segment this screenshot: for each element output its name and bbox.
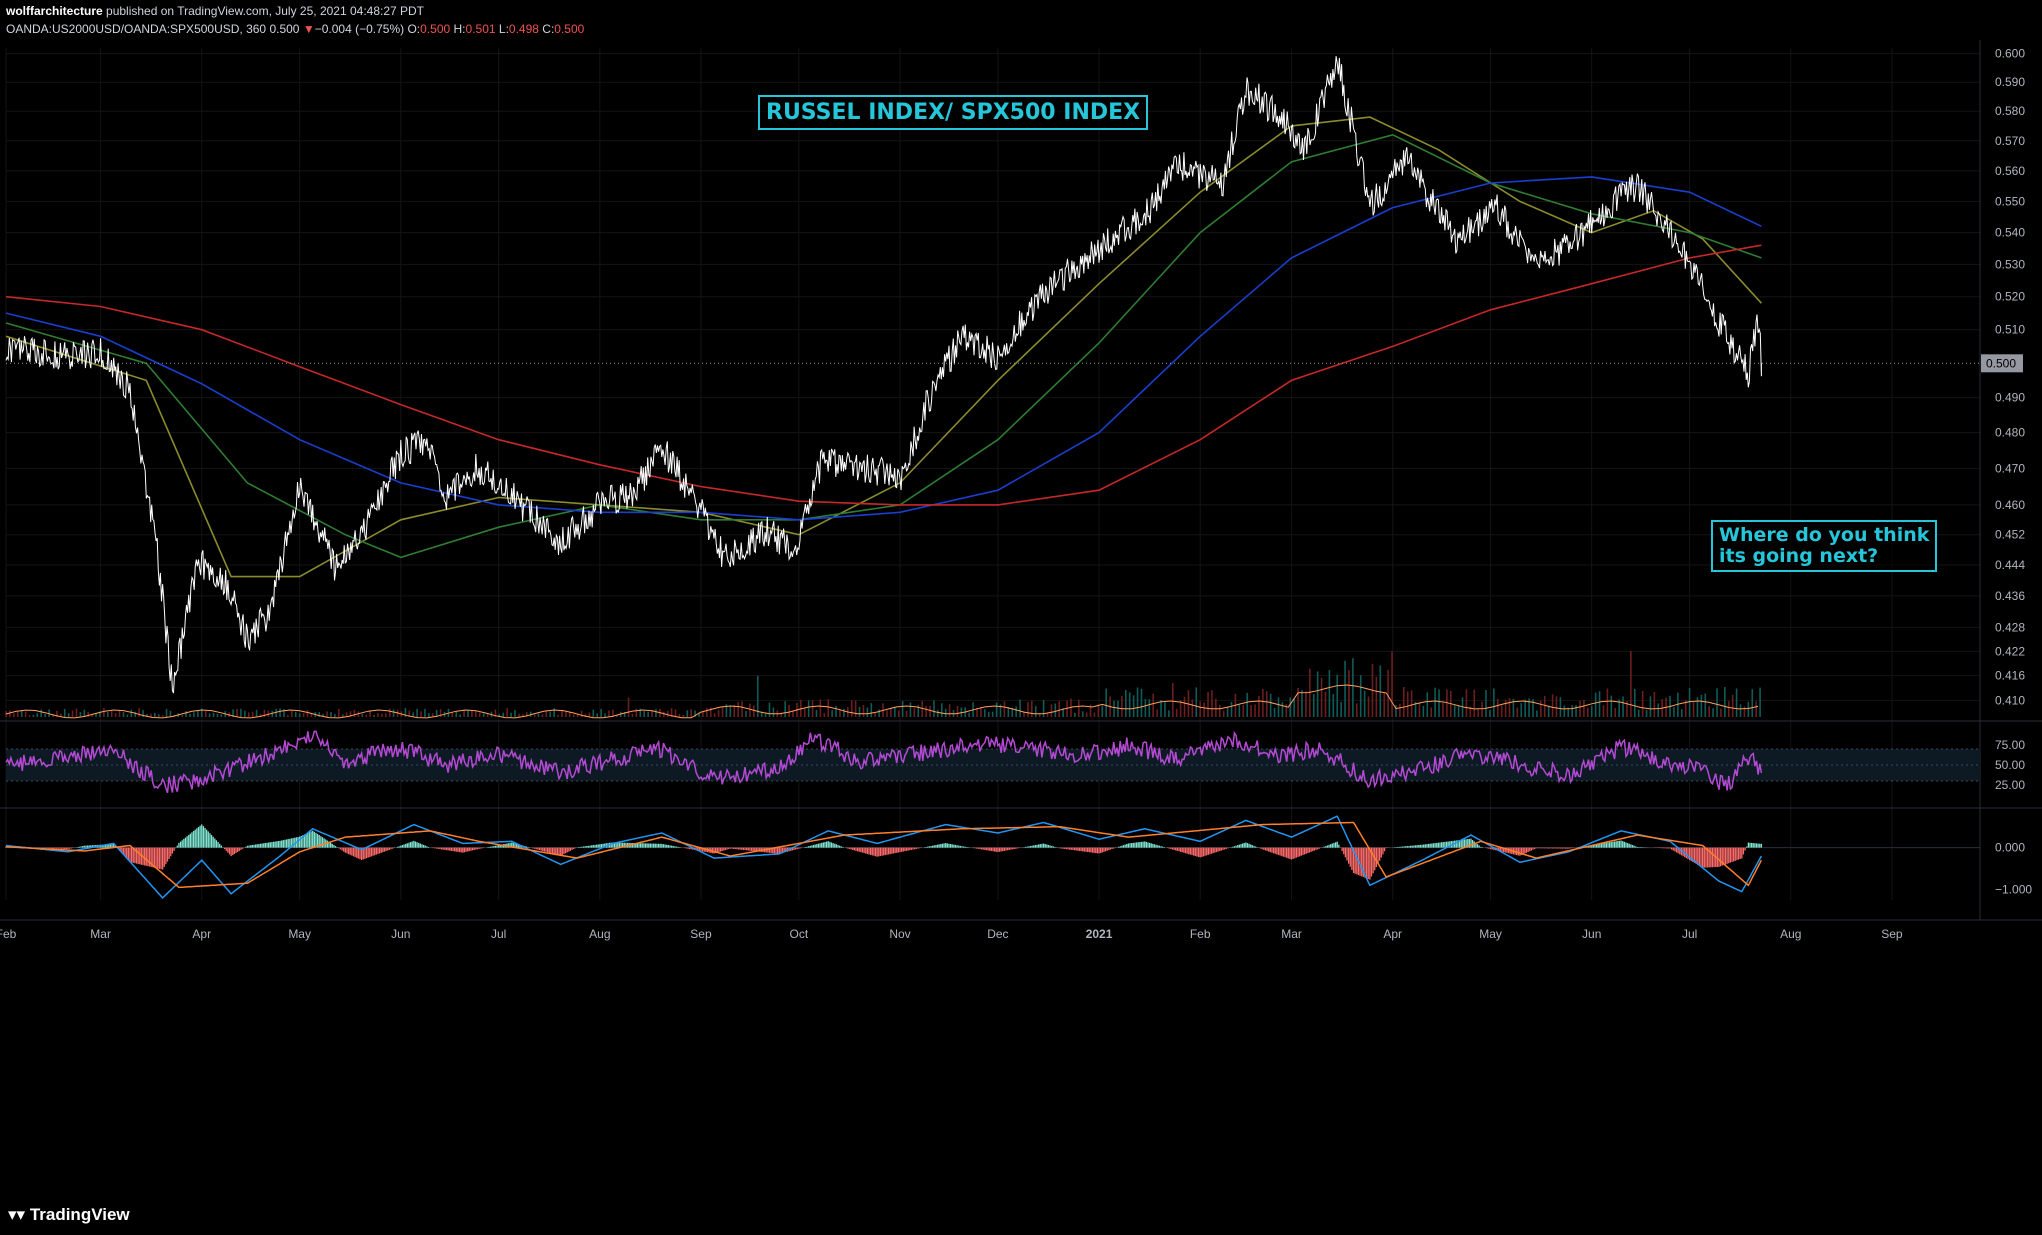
x-tick-label: Apr [192, 927, 211, 941]
y-tick-label: 0.540 [1995, 226, 2025, 240]
author-name[interactable]: wolffarchitecture [6, 4, 103, 18]
high-value: 0.501 [465, 22, 496, 36]
close-value: 0.500 [554, 22, 585, 36]
low-label: L: [498, 22, 509, 36]
x-tick-label: Aug [589, 927, 610, 941]
y-tick-label: 0.490 [1995, 391, 2025, 405]
x-tick-label: Sep [1881, 927, 1903, 941]
y-tick-label: 0.560 [1995, 164, 2025, 178]
open-label: O: [407, 22, 421, 36]
low-value: 0.498 [508, 22, 539, 36]
publish-info: wolffarchitecture published on TradingVi… [6, 4, 424, 18]
publish-date: published on TradingView.com, July 25, 2… [106, 4, 425, 18]
y-tick-label: 0.428 [1995, 620, 2025, 634]
y-tick-label: 0.510 [1995, 323, 2025, 337]
x-tick-label: Sep [690, 927, 712, 941]
x-tick-label: May [288, 927, 311, 941]
open-value: 0.500 [420, 22, 451, 36]
x-tick-label: Feb [1190, 927, 1211, 941]
macd-tick-label: −1.000 [1995, 883, 2032, 897]
y-tick-label: 0.570 [1995, 134, 2025, 148]
y-tick-label: 0.590 [1995, 75, 2025, 89]
x-tick-label: Jul [1682, 927, 1697, 941]
x-tick-label: Jun [391, 927, 410, 941]
last-price-tag-label: 0.500 [1986, 356, 2016, 370]
x-tick-label: May [1479, 927, 1502, 941]
macd-tick-label: 0.000 [1995, 841, 2025, 855]
y-tick-label: 0.480 [1995, 426, 2025, 440]
symbol-name[interactable]: OANDA:US2000USD/OANDA:SPX500USD, 360 [6, 22, 266, 36]
x-tick-label: Jun [1582, 927, 1601, 941]
x-tick-label: Aug [1780, 927, 1801, 941]
x-tick-label: 2021 [1086, 927, 1113, 941]
x-tick-label: Nov [889, 927, 910, 941]
x-tick-label: Apr [1383, 927, 1402, 941]
chart-title-annotation[interactable]: RUSSEL INDEX/ SPX500 INDEX [758, 95, 1149, 130]
tradingview-logo-icon: ▾▾ [8, 1205, 26, 1224]
y-tick-label: 0.410 [1995, 693, 2025, 707]
y-tick-label: 0.550 [1995, 194, 2025, 208]
high-label: H: [453, 22, 466, 36]
rsi-tick-label: 50.00 [1995, 758, 2025, 772]
symbol-legend: OANDA:US2000USD/OANDA:SPX500USD, 360 0.5… [6, 22, 584, 36]
x-tick-label: Mar [90, 927, 111, 941]
y-tick-label: 0.470 [1995, 461, 2025, 475]
y-tick-label: 0.452 [1995, 528, 2025, 542]
x-tick-label: Dec [987, 927, 1008, 941]
y-tick-label: 0.530 [1995, 257, 2025, 271]
y-tick-label: 0.416 [1995, 669, 2025, 683]
x-tick-label: Feb [0, 927, 17, 941]
rsi-tick-label: 25.00 [1995, 778, 2025, 792]
change-down-icon: ▼ [302, 22, 315, 36]
chart-canvas[interactable]: Feb Mar Apr May Jun Jul Aug Sep Oct Nov Dec 2021 Feb… [0, 40, 2042, 1197]
y-tick-label: 0.600 [1995, 47, 2025, 61]
y-tick-label: 0.460 [1995, 498, 2025, 512]
x-tick-label: Oct [790, 927, 809, 941]
y-tick-label: 0.520 [1995, 290, 2025, 304]
close-label: C: [542, 22, 555, 36]
rsi-tick-label: 75.00 [1995, 738, 2025, 752]
y-tick-label: 0.444 [1995, 558, 2025, 572]
y-tick-label: 0.422 [1995, 644, 2025, 658]
brand-name: TradingView [29, 1205, 130, 1224]
x-tick-label: Jul [491, 927, 506, 941]
y-tick-label: 0.580 [1995, 104, 2025, 118]
price-change: −0.004 (−0.75%) [314, 22, 405, 36]
question-annotation[interactable]: Where do you think its going next? [1711, 520, 1938, 572]
last-price: 0.500 [269, 22, 300, 36]
x-tick-label: Mar [1281, 927, 1302, 941]
y-tick-label: 0.436 [1995, 589, 2025, 603]
footer-bar: ▾▾ TradingView [0, 1197, 2042, 1235]
brand[interactable]: ▾▾ TradingView [8, 1205, 130, 1225]
